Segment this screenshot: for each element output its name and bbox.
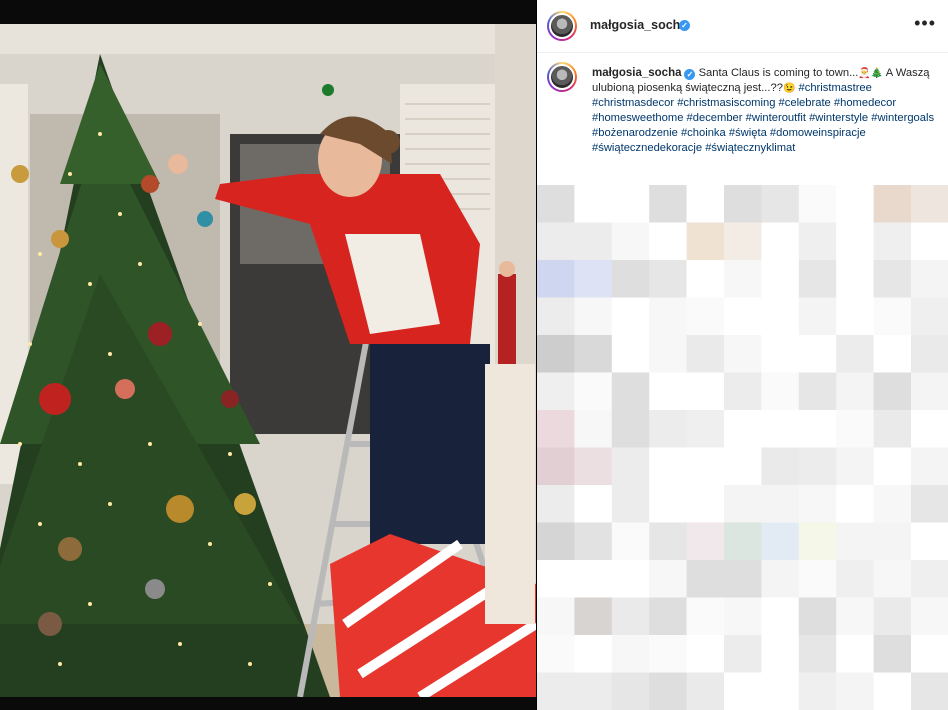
hashtag-link[interactable]: #homedecor (834, 97, 896, 109)
verified-badge-icon: ✓ (679, 20, 690, 31)
photo-top-bar (0, 0, 536, 24)
hashtag-link[interactable]: #celebrate (779, 97, 831, 109)
caption-comment: małgosia_socha ✓ Santa Claus is coming to… (537, 52, 948, 178)
post-side-panel: małgosia_socha ✓ ••• małgosia_socha ✓ San… (537, 0, 948, 710)
caption-verified-badge-icon: ✓ (684, 69, 696, 80)
hashtag-link[interactable]: #bożenarodzenie (592, 127, 678, 139)
santa-emoji-icon: 🎅 (858, 68, 871, 79)
hashtag-link[interactable]: #winterstyle (809, 112, 868, 124)
caption-text-before: Santa Claus is coming to town... (698, 67, 859, 79)
hashtag-link[interactable]: #christmasdecor (592, 97, 674, 109)
hashtag-link[interactable]: #domoweinspiracje (770, 127, 866, 139)
hashtag-link[interactable]: #choinka (681, 127, 726, 139)
post-header: małgosia_socha ✓ ••• (537, 0, 948, 53)
author-username[interactable]: małgosia_socha (590, 18, 687, 32)
wink-emoji-icon: 😉 (782, 83, 796, 95)
hashtag-link[interactable]: #winteroutfit (746, 112, 806, 124)
hashtag-link[interactable]: #świątecznedekoracje (592, 142, 702, 154)
hashtag-link[interactable]: #christmasiscoming (677, 97, 775, 109)
hashtag-link[interactable]: #święta (729, 127, 767, 139)
christmas-tree-photo (0, 24, 536, 697)
more-options-icon[interactable]: ••• (914, 13, 936, 34)
hashtag-link[interactable]: #christmastree (799, 82, 872, 94)
author-avatar[interactable] (547, 11, 577, 41)
hashtag-link[interactable]: #homesweethome (592, 112, 683, 124)
pixelated-comments (537, 185, 948, 710)
hashtag-link[interactable]: #december (687, 112, 743, 124)
post-photo[interactable] (0, 0, 536, 710)
hashtag-link[interactable]: #wintergoals (871, 112, 934, 124)
caption-text: małgosia_socha ✓ Santa Claus is coming to… (592, 66, 940, 157)
caption-avatar[interactable] (547, 62, 577, 92)
tree-emoji-icon: 🎄 (870, 68, 884, 79)
photo-bottom-bar (0, 697, 536, 710)
caption-username[interactable]: małgosia_socha (592, 67, 681, 79)
hashtag-link[interactable]: #świątecznyklimat (705, 142, 795, 154)
